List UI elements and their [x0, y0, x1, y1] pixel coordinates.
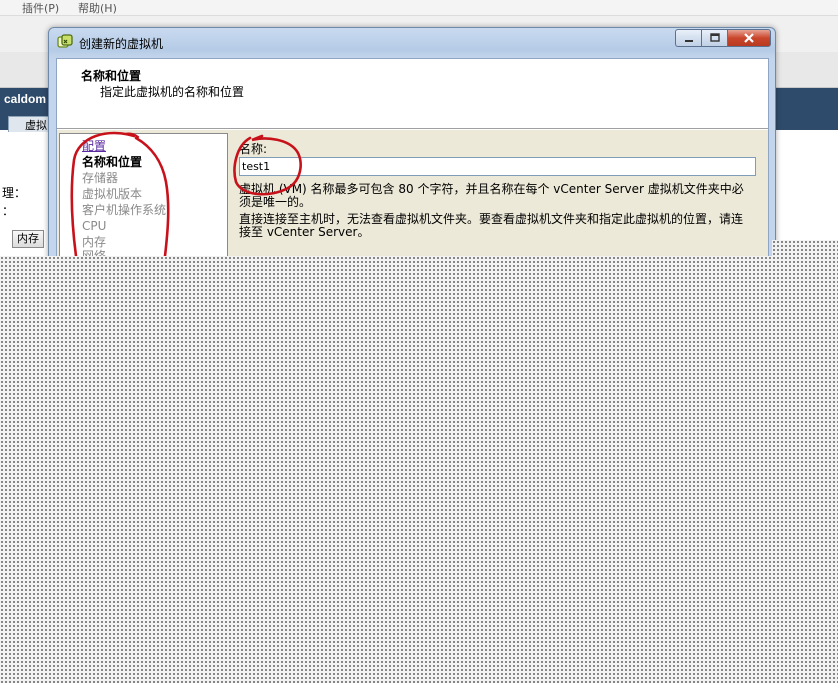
background-menubar: 插件(P) 帮助(H)	[0, 0, 838, 16]
maximize-icon	[709, 33, 720, 42]
nav-item-memory: 内存	[82, 235, 107, 249]
close-icon	[744, 33, 754, 43]
background-label-b: ：	[2, 204, 15, 218]
nav-item-cpu: CPU	[82, 219, 107, 233]
cropped-area-overlay	[0, 256, 838, 683]
nav-item-vm-version: 虚拟机版本	[82, 187, 143, 201]
vm-name-input[interactable]	[239, 157, 756, 176]
background-host-label: caldom	[4, 92, 47, 106]
vsphere-icon	[57, 34, 73, 48]
maximize-button[interactable]	[701, 29, 727, 47]
minimize-button[interactable]	[675, 29, 701, 47]
background-menu-plugins[interactable]: 插件(P)	[22, 0, 59, 16]
wizard-header: 名称和位置 指定此虚拟机的名称和位置	[57, 59, 768, 129]
background-menu-help[interactable]: 帮助(H)	[78, 0, 117, 16]
background-tab[interactable]: 虚拟	[8, 116, 52, 132]
wizard-step-title: 名称和位置	[81, 69, 142, 83]
nav-item-name-location[interactable]: 名称和位置	[82, 155, 142, 169]
nav-item-config[interactable]: 配置	[82, 139, 106, 153]
name-field-label: 名称:	[239, 142, 268, 156]
background-memory-button[interactable]: 内存	[12, 230, 44, 248]
close-button[interactable]	[727, 29, 771, 47]
folder-info: 直接连接至主机时，无法查看虚拟机文件夹。要查看虚拟机文件夹和指定此虚拟机的位置，…	[239, 212, 744, 239]
dialog-title: 创建新的虚拟机	[79, 37, 164, 51]
wizard-step-subtitle: 指定此虚拟机的名称和位置	[100, 85, 245, 99]
background-label-a: 理：	[2, 186, 27, 200]
nav-item-storage: 存储器	[82, 171, 119, 185]
vm-name-info: 虚拟机 (VM) 名称最多可包含 80 个字符，并且名称在每个 vCenter …	[239, 182, 744, 209]
minimize-icon	[684, 40, 693, 42]
window-controls	[675, 29, 771, 47]
cropped-area-overlay-edge	[772, 240, 838, 256]
background-tab-label: 虚拟	[25, 119, 47, 132]
nav-item-guest-os: 客户机操作系统	[82, 203, 167, 217]
